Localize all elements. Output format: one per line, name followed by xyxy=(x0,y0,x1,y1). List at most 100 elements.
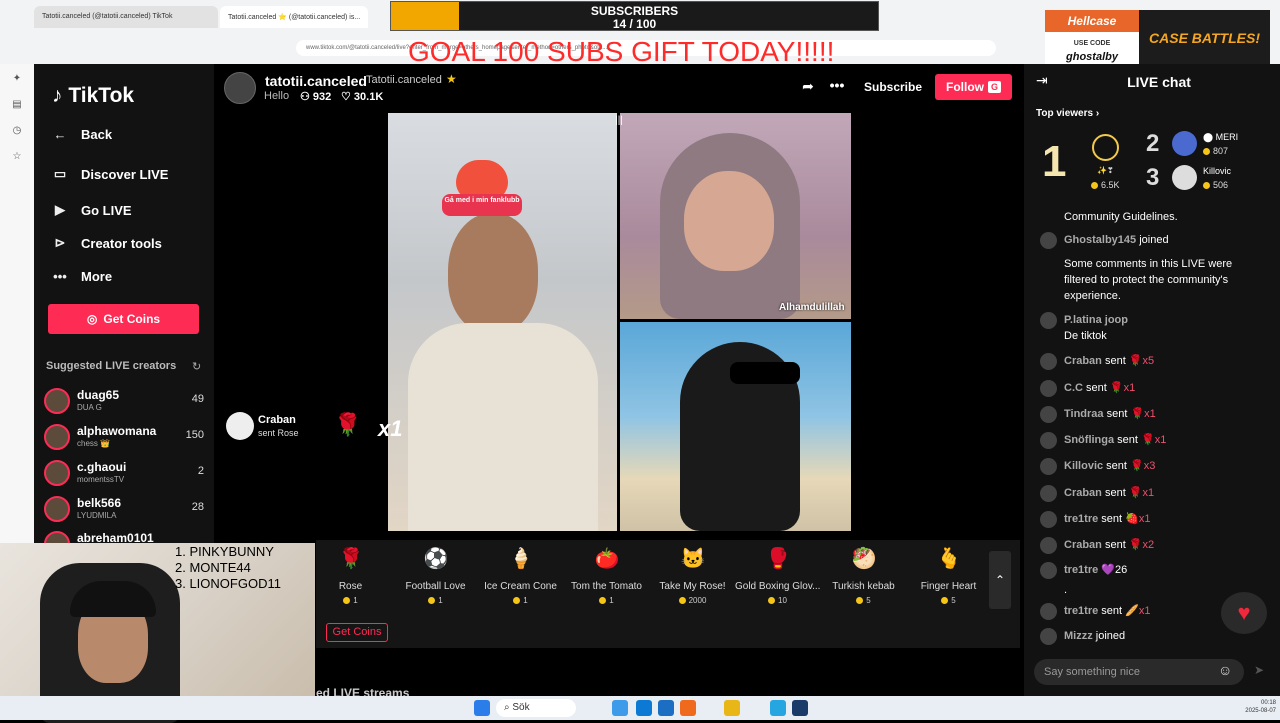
nav-creator-tools[interactable]: ⊳ Creator tools xyxy=(50,231,210,255)
chat-input[interactable]: Say something nice xyxy=(1034,659,1244,685)
explorer-icon[interactable] xyxy=(612,700,628,716)
top-viewers-link[interactable]: Top viewers › xyxy=(1036,108,1099,119)
collections-icon[interactable]: ▤ xyxy=(10,98,24,112)
subscriber-goal-bar: SUBSCRIBERS 14 / 100 xyxy=(390,1,879,31)
follow-button[interactable]: Follow G xyxy=(935,74,1012,100)
message-body: Killovic sent 🌹x3 xyxy=(1064,458,1264,474)
nav-go-live[interactable]: ▶ Go LIVE xyxy=(50,198,210,222)
favorites-icon[interactable]: ☆ xyxy=(10,150,24,164)
send-icon[interactable]: ➤ xyxy=(1254,663,1264,677)
coin-icon xyxy=(941,597,949,604)
top-viewer-avatar[interactable] xyxy=(1172,165,1197,190)
chat-username[interactable]: Tindraa xyxy=(1064,408,1104,420)
steam-icon[interactable] xyxy=(792,700,808,716)
gift-item[interactable]: 🫰 Finger Heart 5 xyxy=(906,544,991,608)
price-value: 5 xyxy=(866,596,871,605)
avatar[interactable] xyxy=(1040,485,1057,502)
creator-name: belk566 xyxy=(77,496,122,510)
heart-icon[interactable]: ♥ xyxy=(1221,592,1267,634)
share-icon[interactable]: ➦ xyxy=(798,78,818,98)
get-coins-button[interactable]: ◎ Get Coins xyxy=(48,304,199,334)
chat-username[interactable]: tre1tre xyxy=(1064,605,1098,617)
avatar[interactable] xyxy=(1040,353,1057,370)
gift-item[interactable]: ⚽ Football Love 1 xyxy=(393,544,478,608)
chat-username[interactable]: Snöflinga xyxy=(1064,434,1114,446)
taskbar-search[interactable]: ⌕ Sök xyxy=(496,699,576,717)
chat-username[interactable]: Craban xyxy=(1064,355,1102,367)
gift-item[interactable]: 🌹 Rose 1 xyxy=(308,544,393,608)
firefox-icon[interactable] xyxy=(680,700,696,716)
creator-item[interactable]: duag65 DUA G 49 xyxy=(44,388,204,418)
chat-username[interactable]: tre1tre xyxy=(1064,564,1098,576)
start-icon[interactable] xyxy=(474,700,490,716)
avatar xyxy=(44,460,70,486)
chevron-up-icon[interactable]: ⌃ xyxy=(989,551,1011,609)
app-icon[interactable] xyxy=(770,700,786,716)
avatar[interactable] xyxy=(1040,232,1057,249)
gift-notification: Craban sent Rose 🌹 x1 xyxy=(226,412,426,444)
avatar[interactable] xyxy=(1040,562,1057,579)
chat-username[interactable]: C.C xyxy=(1064,382,1083,394)
chat-username[interactable]: Ghostalby145 xyxy=(1064,234,1136,246)
goal-count: 14 / 100 xyxy=(612,17,657,31)
chat-username[interactable]: tre1tre xyxy=(1064,513,1098,525)
avatar[interactable] xyxy=(1040,603,1057,620)
edge-icon[interactable] xyxy=(636,700,652,716)
browser-tab-active[interactable]: Tatotii.canceled ⭐ (@tatotii.canceled) i… xyxy=(220,6,368,28)
camera-icon: ▶ xyxy=(55,202,65,217)
avatar[interactable] xyxy=(1040,380,1057,397)
host-avatar[interactable] xyxy=(224,72,256,104)
chat-username[interactable]: Craban xyxy=(1064,539,1102,551)
gift-icon: 🌹 xyxy=(338,548,364,570)
avatar[interactable] xyxy=(1040,312,1057,329)
video-guest-2[interactable] xyxy=(620,322,851,531)
chat-username[interactable]: Mizzz xyxy=(1064,630,1093,642)
gift-item[interactable]: 🐱 Take My Rose! 2000 xyxy=(650,544,735,608)
coin-icon: ◎ xyxy=(86,312,98,326)
chrome-icon[interactable] xyxy=(724,700,740,716)
creator-item[interactable]: belk566 LYUDMILA 28 xyxy=(44,496,204,526)
top-viewer-avatar[interactable] xyxy=(1092,134,1119,161)
host-name[interactable]: tatotii.canceled xyxy=(265,73,367,89)
avatar[interactable] xyxy=(1040,628,1057,645)
video-guest-1[interactable] xyxy=(620,113,851,319)
more-options-icon[interactable]: ••• xyxy=(827,77,847,93)
avatar[interactable] xyxy=(1040,537,1057,554)
creator-item[interactable]: alphawomana chess 👑 150 xyxy=(44,424,204,454)
tiktok-logo[interactable]: ♪ TikTok xyxy=(52,84,134,108)
avatar[interactable] xyxy=(1040,458,1057,475)
top-viewer-avatar[interactable] xyxy=(1172,131,1197,156)
chat-username[interactable]: Killovic xyxy=(1064,460,1103,472)
chat-username[interactable]: P.latina joop xyxy=(1064,314,1128,326)
browser-tab[interactable]: Tatotii.canceled (@tatotii.canceled) Tik… xyxy=(34,6,218,28)
refresh-icon[interactable]: ↻ xyxy=(192,360,201,373)
nav-discover-live[interactable]: ▭ Discover LIVE xyxy=(50,162,210,186)
chat-placeholder: Say something nice xyxy=(1044,666,1140,678)
creator-item[interactable]: c.ghaoui momentssTV 2 xyxy=(44,460,204,490)
avatar[interactable] xyxy=(1040,432,1057,449)
creator-name: c.ghaoui xyxy=(77,460,127,474)
layout-icon[interactable]: ||| xyxy=(612,115,626,126)
host-handle: Tatotii.canceled xyxy=(366,74,442,86)
chat-text: sent xyxy=(1082,382,1107,394)
subscribe-button[interactable]: Subscribe xyxy=(857,74,929,100)
avatar[interactable] xyxy=(1040,511,1057,528)
gift-item[interactable]: 🍦 Ice Cream Cone 1 xyxy=(478,544,563,608)
gift-item[interactable]: 🥊 Gold Boxing Glov... 10 xyxy=(735,544,820,608)
nav-label: Discover LIVE xyxy=(81,166,169,182)
logo-text: TikTok xyxy=(68,84,135,107)
gift-price: 5 xyxy=(906,596,991,605)
copilot-icon[interactable]: ✦ xyxy=(10,72,24,86)
nav-more[interactable]: ••• More xyxy=(50,264,210,288)
store-icon[interactable] xyxy=(658,700,674,716)
nav-back[interactable]: ← Back xyxy=(50,122,210,146)
chat-username[interactable]: Craban xyxy=(1064,487,1102,499)
gift-item[interactable]: 🍅 Tom the Tomato 1 xyxy=(564,544,649,608)
emoji-icon[interactable]: ☺ xyxy=(1218,662,1232,678)
avatar[interactable] xyxy=(1040,406,1057,423)
gift-bar-get-coins-button[interactable]: Get Coins xyxy=(326,623,388,642)
history-icon[interactable]: ◷ xyxy=(10,124,24,138)
coin-icon xyxy=(678,597,686,604)
fanclub-badge[interactable]: Gå med i min fanklubb xyxy=(442,160,522,220)
gift-item[interactable]: 🥙 Turkish kebab 5 xyxy=(821,544,906,608)
